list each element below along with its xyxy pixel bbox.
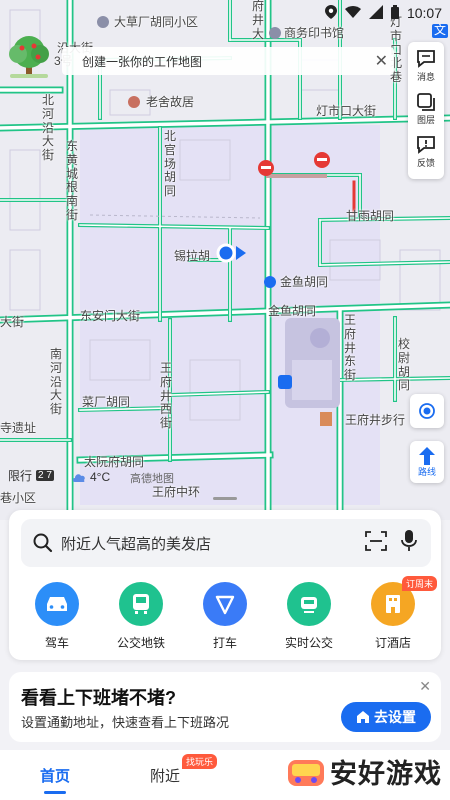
limit-numbers: 2 7: [36, 470, 54, 481]
create-work-map-banner[interactable]: 创建一张你的工作地图 ✕: [62, 47, 394, 75]
route-arrow-icon: [419, 446, 435, 465]
map-label-beiguanchang: 北官场胡同: [164, 129, 177, 199]
watermark-text: 安好游戏: [330, 759, 442, 789]
banner-text: 创建一张你的工作地图: [82, 54, 203, 69]
map-label-jinyu: 金鱼胡同: [280, 275, 329, 289]
map-label-taijichang: 太阮府胡同: [84, 455, 145, 469]
map-label-xiaoqu: 巷小区: [0, 491, 37, 505]
wifi-icon: [344, 5, 361, 21]
feedback-icon: [417, 136, 435, 154]
quick-action-hotel[interactable]: 订周末 订酒店: [351, 576, 437, 651]
microphone-icon[interactable]: [401, 529, 417, 557]
tool-message[interactable]: 消息: [416, 46, 436, 89]
map-label-wangfujing-dong: 王府井东街: [344, 313, 357, 383]
quick-action-label: 公交地铁: [116, 636, 165, 650]
clock-time: 10:07: [406, 5, 442, 21]
taxi-icon: [203, 582, 247, 626]
layers-icon: [417, 93, 435, 111]
quick-action-label: 订酒店: [374, 636, 411, 650]
map-label-caichang: 菜厂胡同: [82, 395, 131, 409]
map-label-wangfu-central: 王府中环: [152, 485, 201, 499]
commute-button-label: 去设置: [374, 709, 416, 725]
search-icon: [33, 533, 53, 553]
commute-card[interactable]: 看看上下班堵不堵? 设置通勤地址，快速查看上下班路况 ✕ 去设置: [9, 672, 441, 742]
locate-me-button[interactable]: [410, 394, 444, 428]
location-status-icon: [324, 4, 337, 22]
cloud-icon: [72, 474, 85, 482]
nav-home-label: 首页: [39, 767, 70, 785]
quick-action-label: 打车: [212, 636, 237, 650]
quick-actions: 驾车 公交地铁 打车 实时公交 订周末 订酒店: [9, 576, 441, 651]
traffic-limit[interactable]: 限行 2 7: [0, 467, 54, 484]
map-label-dengshikou-st: 灯市口大街: [316, 104, 377, 118]
map-label-ganyu: 甘雨胡同: [346, 209, 395, 223]
quick-action-label: 驾车: [44, 636, 69, 650]
quick-action-realtime-bus[interactable]: 实时公交: [267, 582, 351, 651]
map-label-bridge: 寺遗址: [0, 421, 37, 435]
tool-message-label: 消息: [416, 72, 435, 82]
nav-nearby[interactable]: 附近 找玩乐: [110, 750, 220, 800]
map-label-wen: 文: [432, 23, 449, 38]
crosshair-icon: [419, 403, 435, 419]
temperature: 4°C: [90, 470, 111, 484]
panel-drag-handle[interactable]: [213, 497, 237, 500]
tree-avatar-icon[interactable]: [4, 32, 54, 80]
message-icon: [417, 50, 435, 68]
bus-icon: [119, 582, 163, 626]
search-input[interactable]: 附近人气超高的美发店: [61, 533, 365, 554]
route-label: 路线: [417, 466, 436, 477]
map-label-jinyu-st: 金鱼胡同: [268, 304, 317, 318]
nav-nearby-label: 附近: [149, 767, 180, 785]
map-tools-panel: 消息 图层 反馈: [408, 42, 444, 179]
tool-feedback-label: 反馈: [416, 158, 435, 168]
search-box[interactable]: 附近人气超高的美发店: [21, 519, 431, 567]
quick-action-label: 实时公交: [284, 636, 333, 650]
banner-close-icon[interactable]: ✕: [375, 51, 388, 71]
quick-action-transit[interactable]: 公交地铁: [99, 582, 183, 651]
gamepad-icon: [288, 759, 324, 786]
map-label-xila: 锡拉胡: [174, 249, 211, 263]
map-label-fujing: 府井大: [252, 0, 265, 41]
map-view[interactable]: 大草厂胡同小区 府井大 商务印书馆 灯市口北巷 沿大街 3号 老舍故居 灯市口大…: [0, 0, 450, 520]
commute-subtitle: 设置通勤地址，快速查看上下班路况: [21, 715, 230, 730]
commute-title: 看看上下班堵不堵?: [21, 688, 176, 708]
battery-icon: [390, 4, 399, 22]
realtime-bus-icon: [287, 582, 331, 626]
map-label-beihe: 北河沿大街: [42, 93, 55, 163]
limit-label: 限行: [8, 469, 33, 483]
watermark-logo: 安好游戏: [286, 752, 442, 791]
route-button[interactable]: 路线: [410, 441, 444, 483]
tool-layers-label: 图层: [416, 115, 435, 125]
tool-layers[interactable]: 图层: [416, 89, 436, 132]
nav-home[interactable]: 首页: [0, 750, 110, 800]
nearby-promo-badge: 找玩乐: [182, 754, 218, 769]
map-canvas: [0, 0, 450, 520]
map-label-dacaochang: 大草厂胡同小区: [114, 15, 199, 29]
commute-setup-button[interactable]: 去设置: [341, 702, 431, 732]
map-label-xiaowei: 校尉胡同: [398, 337, 411, 393]
quick-action-drive[interactable]: 驾车: [15, 582, 99, 651]
weather[interactable]: 4°C: [72, 470, 110, 484]
map-label-lao-she: 老舍故居: [146, 95, 195, 109]
map-label-commerce-press: 商务印书馆: [284, 26, 345, 40]
car-icon: [35, 582, 79, 626]
signal-icon: [368, 4, 383, 22]
map-label-dhcg: 东黄城根南街: [66, 139, 79, 222]
status-bar: 10:07: [324, 2, 442, 24]
map-label-daj: 大街: [0, 315, 25, 329]
map-label-nanhe: 南河沿大街: [50, 347, 63, 417]
hotel-promo-badge: 订周末: [401, 576, 437, 591]
map-label-wangfu-xi: 王府井西街: [160, 361, 173, 431]
commute-close-icon[interactable]: ✕: [419, 678, 431, 695]
home-icon: [357, 711, 369, 723]
map-brand: 高德地图: [130, 473, 174, 485]
scan-icon[interactable]: [365, 530, 387, 556]
map-label-wfj-walk: 王府井步行: [345, 413, 406, 427]
quick-action-taxi[interactable]: 打车: [183, 582, 267, 651]
search-panel: 附近人气超高的美发店 驾车 公交地铁 打车 实时公交 订周末 订酒店: [9, 510, 441, 660]
map-label-dam: 东安门大街: [80, 309, 141, 323]
nav-active-indicator: [44, 791, 66, 794]
tool-feedback[interactable]: 反馈: [416, 132, 436, 175]
